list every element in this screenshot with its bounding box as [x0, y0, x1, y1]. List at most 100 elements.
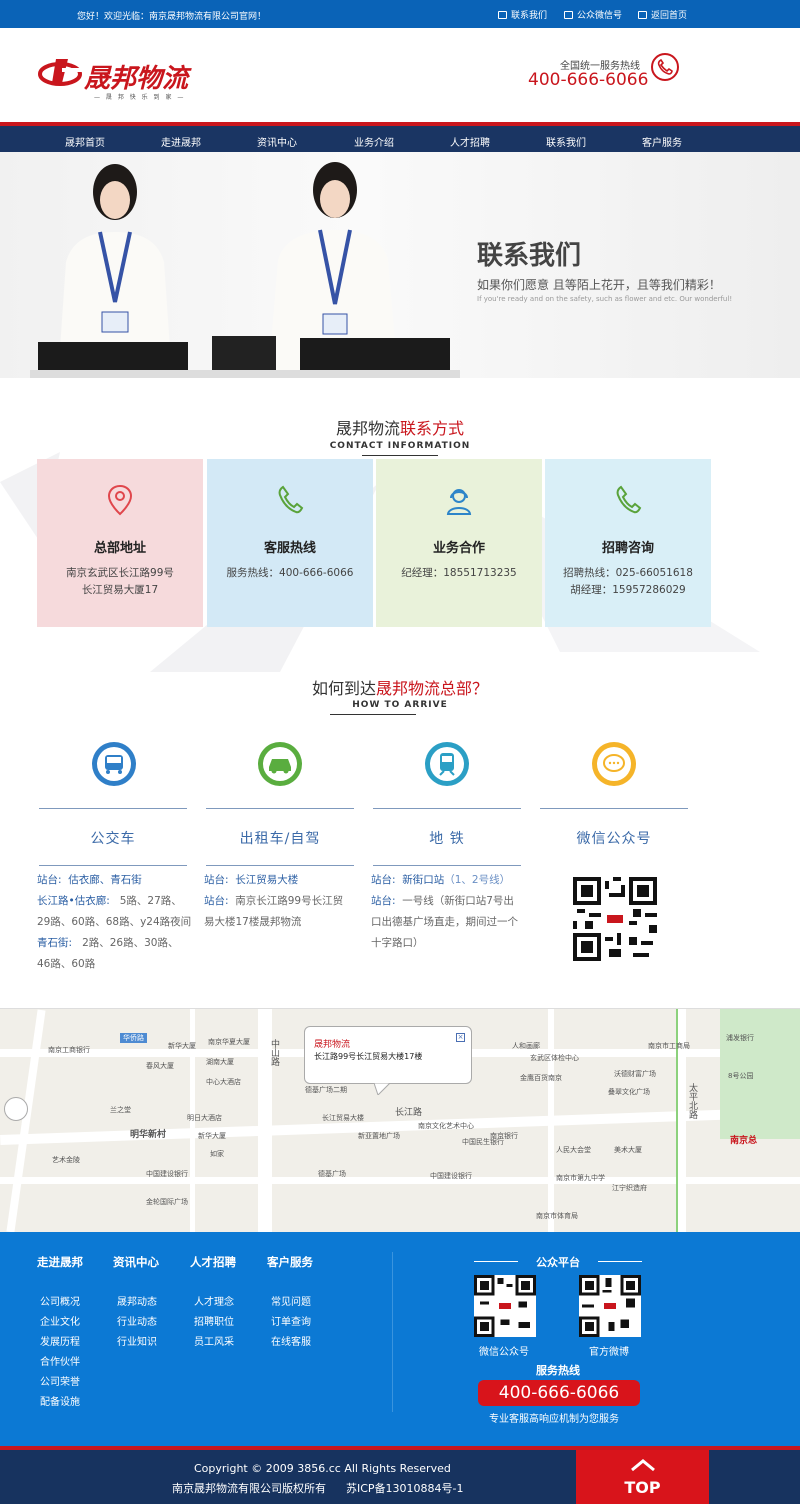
- logo-subtext: — 晟 邦 快 乐 到 家 —: [94, 94, 186, 101]
- card-line: 招聘热线：025-66051618: [563, 567, 693, 579]
- footer-link[interactable]: 公司概况: [40, 1293, 80, 1308]
- nav-news[interactable]: 资讯中心: [257, 134, 297, 149]
- copyright-text: Copyright © 2009 3856.cc All Rights Rese…: [194, 1462, 451, 1475]
- footer-link[interactable]: 常见问题: [271, 1293, 311, 1308]
- top-bar: 您好！欢迎光临：南京晟邦物流有限公司官网！ 联系我们 公众微信号 返回首页: [0, 0, 800, 28]
- section-underline: [330, 714, 416, 715]
- footer-link[interactable]: 企业文化: [40, 1313, 80, 1328]
- card-line: 南京玄武区长江路99号: [66, 567, 174, 579]
- logo-text[interactable]: 晟邦物流: [84, 58, 188, 95]
- divider: [206, 808, 354, 809]
- popup-pointer: [374, 1083, 390, 1095]
- logo-swoosh-icon[interactable]: [38, 55, 86, 87]
- map-nav-control[interactable]: [4, 1097, 28, 1121]
- footer-link[interactable]: 在线客服: [271, 1333, 311, 1348]
- nav-recruit[interactable]: 人才招聘: [450, 134, 490, 149]
- footer: 走进晟邦 资讯中心 人才招聘 客户服务 公司概况 企业文化 发展历程 合作伙伴 …: [0, 1232, 800, 1446]
- footer-link[interactable]: 晟邦动态: [117, 1293, 157, 1308]
- company-name: 南京晟邦物流有限公司版权所有: [172, 1482, 326, 1495]
- contact-card-recruit: 招聘咨询 招聘热线：025-66051618 胡经理：15957286029: [545, 459, 711, 627]
- wechat-qr-code: [474, 1275, 536, 1337]
- card-line: 胡经理：15957286029: [570, 584, 686, 596]
- footer-divider: [474, 1261, 518, 1262]
- card-title: 招聘咨询: [601, 541, 654, 556]
- nav-business[interactable]: 业务介绍: [354, 134, 394, 149]
- footer-divider: [392, 1252, 393, 1412]
- phone-icon: [616, 485, 642, 514]
- nav-about[interactable]: 走进晟邦: [161, 134, 201, 149]
- bus-icon: [92, 742, 136, 786]
- arrive-section-title: 如何到达晟邦物流总部？: [311, 679, 489, 698]
- weibo-qr-code: [579, 1275, 641, 1337]
- footer-link[interactable]: 招聘职位: [194, 1313, 234, 1328]
- card-line: 长江贸易大厦17: [81, 584, 159, 596]
- footer-heading: 客户服务: [267, 1255, 313, 1269]
- banner: 联系我们 如果你们愿意 且等陌上花开，且等我们精彩！ If you're rea…: [0, 152, 800, 378]
- taxi-info: 站台: 长江贸易大楼 站台: 南京长江路99号长江贸 易大楼17楼晟邦物流: [204, 874, 344, 928]
- footer-divider: [598, 1261, 642, 1262]
- footer-heading: 走进晟邦: [37, 1255, 83, 1269]
- monitor-icon: [564, 10, 573, 19]
- metro-info: 站台: 新街口站（1、2号线） 站台: 一号线（新街口站7号出 口出德基广场直走…: [371, 874, 518, 949]
- arrive-title-metro: 地 铁: [429, 831, 465, 847]
- wechat-icon: [592, 742, 636, 786]
- popup-address: 长江路99号长江贸易大楼17楼: [314, 1052, 423, 1061]
- arrive-title-wechat: 微信公众号: [576, 831, 652, 847]
- footer-link[interactable]: 人才理念: [194, 1293, 234, 1308]
- arrive-title-bus: 公交车: [90, 831, 136, 847]
- banner-title: 联系我们: [477, 241, 582, 271]
- service-slogan: 专业客服高响应机制为您服务: [489, 1414, 619, 1425]
- monitor-icon: [638, 10, 647, 19]
- platform-title: 公众平台: [536, 1256, 580, 1269]
- footer-link[interactable]: 发展历程: [40, 1333, 80, 1348]
- footer-link[interactable]: 员工风采: [194, 1333, 234, 1348]
- hotline-number: 400-666-6066: [528, 70, 649, 90]
- footer-link[interactable]: 合作伙伴: [40, 1353, 80, 1368]
- footer-link[interactable]: 行业知识: [117, 1333, 157, 1348]
- topbar-contact-link[interactable]: 联系我们: [498, 8, 547, 21]
- section-underline: [362, 455, 438, 456]
- header: 晟邦物流 — 晟 邦 快 乐 到 家 — 全国统一服务热线 400-666-60…: [0, 28, 800, 122]
- close-icon[interactable]: ×: [456, 1033, 465, 1042]
- nav-home[interactable]: 晟邦首页: [65, 134, 105, 149]
- footer-link[interactable]: 订单查询: [271, 1313, 311, 1328]
- card-title: 总部地址: [93, 541, 146, 556]
- back-to-top-button[interactable]: TOP: [576, 1450, 709, 1504]
- monitor-icon: [498, 10, 507, 19]
- banner-photo-illustration: [30, 162, 460, 378]
- card-title: 业务合作: [432, 541, 485, 556]
- service-hotline-button[interactable]: 400-666-6066: [478, 1380, 640, 1406]
- contact-card-business: 业务合作 纪经理：18551713235: [376, 459, 542, 627]
- map-popup: 晟邦物流 长江路99号长江贸易大楼17楼 ×: [304, 1026, 472, 1084]
- welcome-text: 您好！欢迎光临：南京晟邦物流有限公司官网！: [77, 12, 267, 22]
- main-nav: 晟邦首页 走进晟邦 资讯中心 业务介绍 人才招聘 联系我们 客户服务: [0, 122, 800, 152]
- footer-link[interactable]: 配备设施: [40, 1393, 80, 1408]
- card-title: 客服热线: [263, 541, 316, 556]
- footer-link[interactable]: 行业动态: [117, 1313, 157, 1328]
- qr-label-wechat: 微信公众号: [479, 1347, 529, 1358]
- footer-link[interactable]: 公司荣誉: [40, 1373, 80, 1388]
- contact-section-en: CONTACT INFORMATION: [329, 441, 471, 451]
- location-pin-icon: [107, 484, 133, 516]
- card-line: 服务热线：400-666-6066: [226, 567, 354, 579]
- card-line: 纪经理：18551713235: [401, 567, 517, 579]
- banner-subtitle: 如果你们愿意 且等陌上花开，且等我们精彩！: [477, 278, 721, 292]
- topbar-wechat-link[interactable]: 公众微信号: [564, 8, 622, 21]
- footer-heading: 人才招聘: [190, 1255, 236, 1269]
- divider: [39, 808, 187, 809]
- icp-number[interactable]: 苏ICP备13010884号-1: [346, 1480, 464, 1496]
- contact-card-hotline: 客服热线 服务热线：400-666-6066: [207, 459, 373, 627]
- topbar-home-link[interactable]: 返回首页: [638, 8, 687, 21]
- arrive-title-taxi: 出租车/自驾: [239, 831, 321, 847]
- bus-info: 站台: 估衣廊、青石街 长江路•估衣廊: 5路、27路、 29路、60路、68路…: [37, 874, 192, 970]
- train-icon: [425, 742, 469, 786]
- divider: [373, 808, 521, 809]
- divider: [373, 865, 521, 866]
- headset-icon: [446, 489, 472, 515]
- nav-contact[interactable]: 联系我们: [546, 134, 586, 149]
- nav-service[interactable]: 客户服务: [642, 134, 682, 149]
- chevron-up-icon: [631, 1459, 655, 1472]
- divider: [540, 808, 688, 809]
- contact-section-title: 晟邦物流联系方式: [335, 419, 465, 438]
- arrive-section-en: HOW TO ARRIVE: [352, 700, 448, 710]
